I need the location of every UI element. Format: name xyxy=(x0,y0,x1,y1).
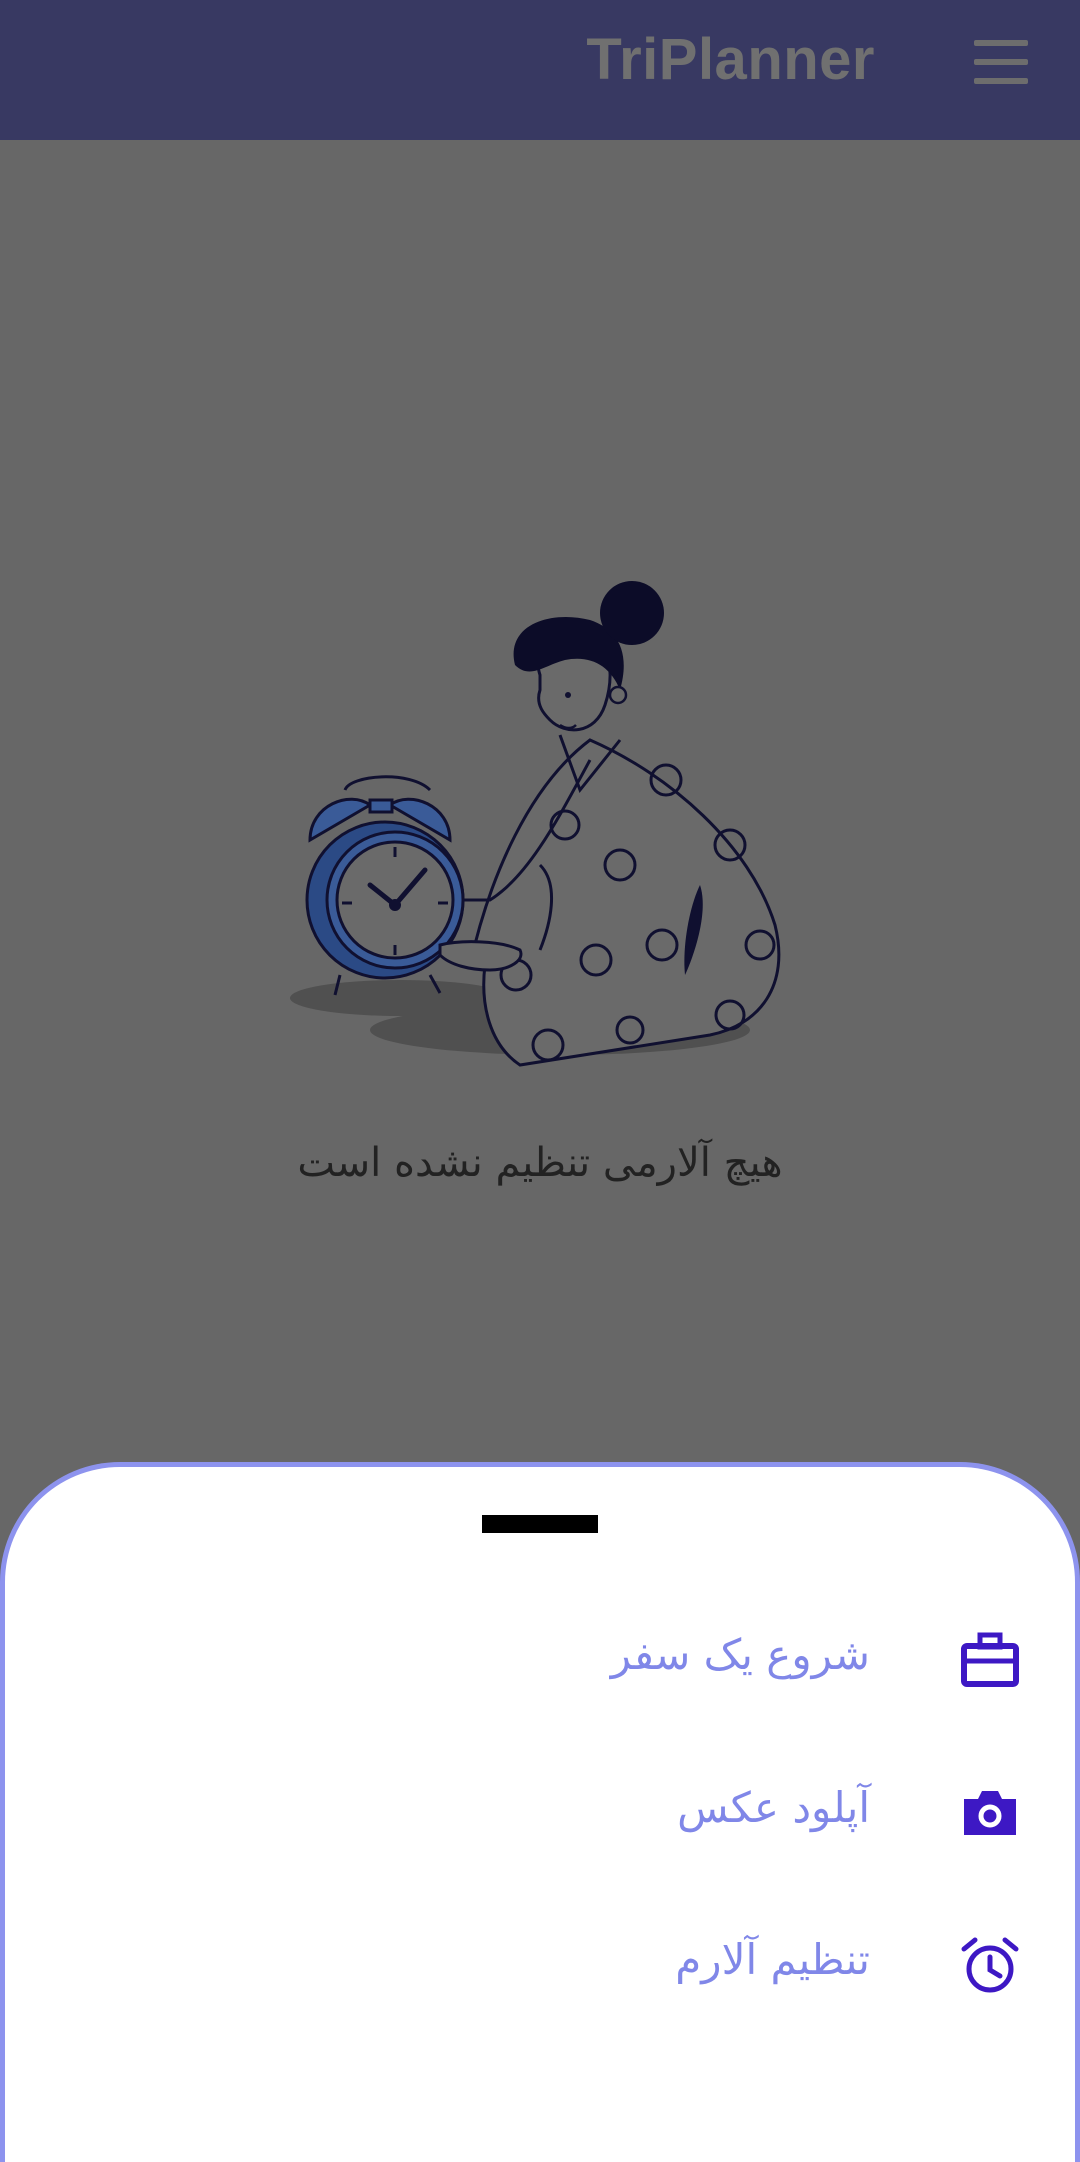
upload-photo-option[interactable]: آپلود عکس xyxy=(0,1753,1080,1873)
upload-photo-label: آپلود عکس xyxy=(677,1783,870,1832)
app-bar: TriPlanner xyxy=(0,0,1080,140)
start-trip-label: شروع یک سفر xyxy=(610,1630,870,1679)
menu-icon[interactable] xyxy=(974,40,1028,84)
briefcase-icon xyxy=(961,1632,1019,1687)
app-title: TriPlanner xyxy=(586,27,875,92)
camera-icon xyxy=(964,1791,1016,1835)
drag-handle[interactable] xyxy=(482,1515,598,1533)
alarm-clock-icon xyxy=(961,1937,1019,1993)
woman-with-alarm-clock-illustration xyxy=(290,581,781,1067)
set-alarm-label: تنظیم آلارم xyxy=(675,1935,870,1984)
start-trip-option[interactable]: شروع یک سفر xyxy=(0,1600,1080,1720)
empty-state-text: هیچ آلارمی تنظیم نشده است xyxy=(297,1140,783,1186)
set-alarm-option[interactable]: تنظیم آلارم xyxy=(0,1905,1080,2025)
